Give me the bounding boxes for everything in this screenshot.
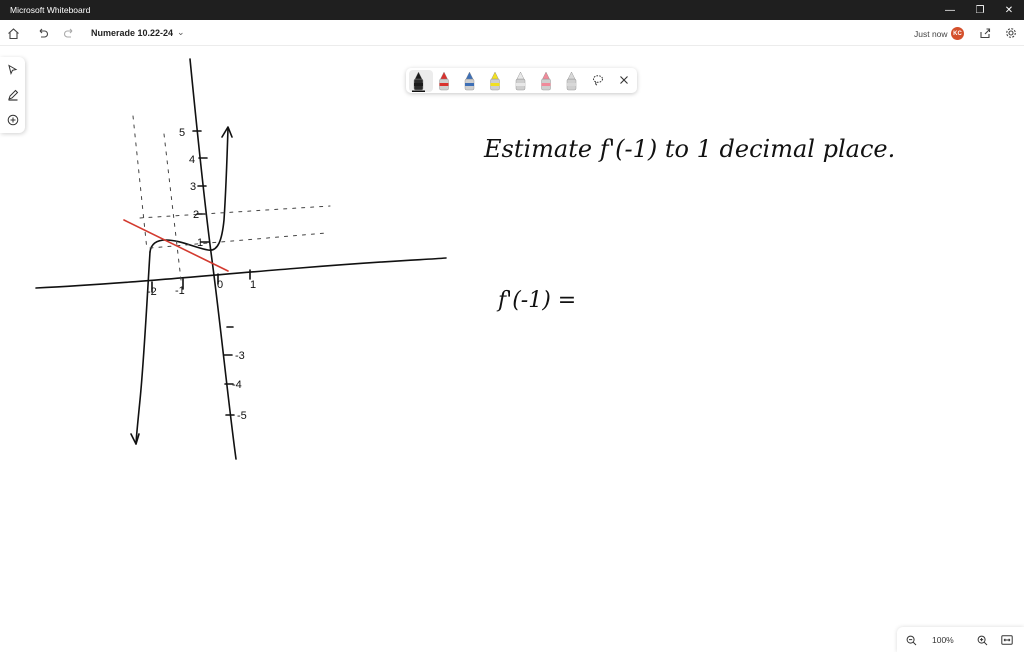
redo-icon[interactable] [61,25,77,41]
guide-horizontal-2 [139,205,331,219]
white-pen-icon[interactable] [515,71,526,91]
ink-toolbar [406,68,637,93]
x-tick-label: 1 [250,279,256,291]
curve-main [149,127,229,253]
share-icon[interactable] [977,25,993,41]
lasso-icon[interactable] [590,72,606,88]
save-status: Just now [914,29,948,39]
app-title: Microsoft Whiteboard [10,5,91,15]
zoom-level[interactable]: 100% [932,635,954,645]
pen-row [412,71,577,92]
app-toolbar: Numerade 10.22-24 ⌄ Just now KC [0,20,1024,46]
close-window-button[interactable]: ✕ [994,0,1024,20]
tangent-line [123,219,229,272]
gear-icon[interactable] [1003,25,1019,41]
black-pen-icon[interactable] [412,71,425,92]
restore-button[interactable]: ❐ [965,0,995,20]
y-tick-label: 5 [179,127,185,139]
fit-screen-icon[interactable] [999,632,1015,648]
x-tick-label: -2 [147,286,157,298]
zoom-out-icon[interactable] [903,632,919,648]
x-axis-line [35,257,447,289]
title-bar: Microsoft Whiteboard — ❐ ✕ [0,0,1024,20]
blue-pen-icon[interactable] [464,71,475,91]
y-tick-label: 3 [190,181,196,193]
select-icon[interactable] [4,61,21,78]
y-axis-line [189,58,237,460]
curve-left-arrow [130,433,140,445]
close-icon[interactable] [616,72,632,88]
eraser-icon[interactable] [566,71,577,91]
y-tick-label: 1 [197,237,203,249]
y-tick-label: 4 [189,154,195,166]
y-tick-label: -5 [237,410,247,422]
pink-pen-icon[interactable] [541,71,551,91]
y-tick-label: -3 [235,350,245,362]
chevron-down-icon[interactable]: ⌄ [177,27,185,38]
home-icon[interactable] [5,25,21,41]
minimize-button[interactable]: — [935,0,965,20]
add-icon[interactable] [4,111,21,128]
red-pen-icon[interactable] [439,71,449,91]
zoom-in-icon[interactable] [974,632,990,648]
y-tick-label: -4 [232,379,242,391]
left-tool-rail [0,57,25,133]
undo-icon[interactable] [35,25,51,41]
avatar[interactable]: KC [951,27,964,40]
answer-text: f'(-1) = [496,288,576,313]
guide-vertical-2 [163,133,182,281]
whiteboard-canvas[interactable]: 5 4 3 2 1 -3 -4 -5 -2 -1 0 1 Estimate f'… [0,46,1024,652]
board-name[interactable]: Numerade 10.22-24 [91,28,173,38]
yellow-highlighter-icon[interactable] [490,71,500,91]
prompt-text: Estimate f'(-1) to 1 decimal place. [483,135,895,163]
x-tick-label: -1 [175,285,185,297]
y-tick-label: 2 [193,209,199,221]
ink-pen-icon[interactable] [4,86,21,103]
zoom-controls: 100% [897,627,1024,652]
x-tick-label: 0 [217,279,223,291]
